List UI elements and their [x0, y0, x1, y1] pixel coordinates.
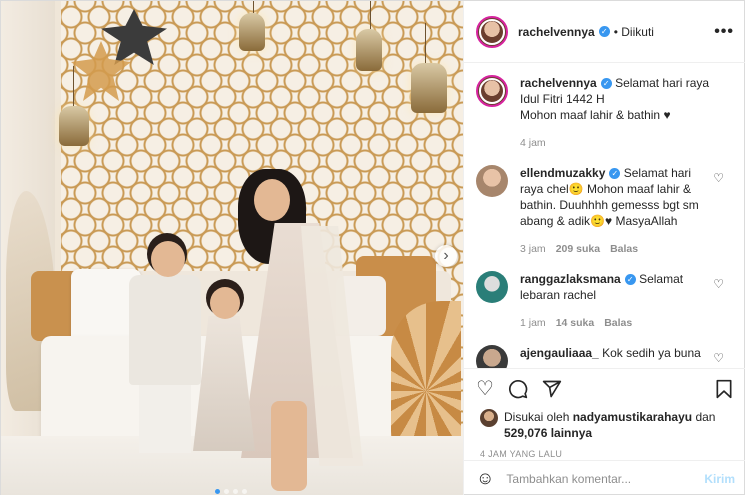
- boy-face: [151, 241, 185, 277]
- commenter-username[interactable]: ajengauliaaa_: [520, 346, 599, 360]
- bookmark-save-icon[interactable]: [714, 379, 734, 399]
- commenter-avatar[interactable]: [476, 165, 508, 197]
- carousel-dot: [233, 489, 238, 494]
- comment-item: ellendmuzakky ✓ Selamat hari raya chel🙂 M…: [476, 165, 734, 257]
- caption-body: rachelvennya ✓ Selamat hari raya Idul Fit…: [520, 75, 710, 151]
- post-sidebar: rachelvennya ✓ • Diikuti ••• rachelvenny…: [463, 1, 745, 495]
- comment-input[interactable]: Tambahkan komentar...: [506, 472, 631, 486]
- comment-text: Kok sedih ya buna: [602, 346, 701, 360]
- comment-time[interactable]: 1 jam: [520, 315, 546, 331]
- mother-face: [254, 179, 290, 221]
- comments-list: rachelvennya ✓ Selamat hari raya Idul Fit…: [464, 63, 745, 369]
- comment-body: ajengauliaaa_ Kok sedih ya buna: [520, 345, 710, 368]
- chevron-right-icon: ›: [443, 247, 449, 264]
- like-comment-heart-icon[interactable]: ♡: [713, 277, 724, 291]
- caption-username[interactable]: rachelvennya: [520, 76, 597, 90]
- carousel-dot: [242, 489, 247, 494]
- action-bar: ♡: [464, 369, 745, 409]
- liker-username[interactable]: nadyamustikarahayu: [573, 410, 692, 424]
- hanging-lantern: [356, 1, 382, 71]
- share-send-icon[interactable]: [542, 379, 562, 399]
- boy-shirt: [129, 275, 201, 385]
- comment-body: ellendmuzakky ✓ Selamat hari raya chel🙂 M…: [520, 165, 710, 257]
- commenter-username[interactable]: ellendmuzakky: [520, 166, 605, 180]
- follow-status[interactable]: • Diikuti: [614, 25, 654, 39]
- mother-legs: [271, 401, 307, 491]
- verified-badge-icon: ✓: [609, 168, 621, 179]
- commenter-avatar[interactable]: [476, 345, 508, 368]
- caption: rachelvennya ✓ Selamat hari raya Idul Fit…: [476, 75, 734, 151]
- caption-time[interactable]: 4 jam: [520, 135, 546, 151]
- verified-badge-icon: ✓: [624, 274, 636, 285]
- like-comment-heart-icon[interactable]: ♡: [713, 171, 724, 185]
- send-comment-button[interactable]: Kirim: [704, 472, 735, 486]
- more-options-icon[interactable]: •••: [714, 23, 734, 41]
- emoji-icon[interactable]: ☺: [476, 468, 494, 489]
- girl-face: [210, 287, 240, 319]
- carousel-next-button[interactable]: ›: [435, 245, 457, 267]
- likes-count[interactable]: 529,076 lainnya: [504, 426, 592, 440]
- comment-meta: 3 jam 209 suka Balas: [520, 241, 710, 257]
- comment-time[interactable]: 3 jam: [520, 241, 546, 257]
- reply-button[interactable]: Balas: [604, 315, 632, 331]
- like-heart-icon[interactable]: ♡: [476, 379, 494, 399]
- post-timestamp[interactable]: 4 JAM YANG LALU: [464, 441, 745, 459]
- author-avatar[interactable]: [476, 15, 508, 48]
- post-modal: › rachelvennya ✓ • Diikuti ••• rachelven…: [0, 0, 745, 495]
- likes-summary: Disukai oleh nadyamustikarahayu dan 529,…: [464, 409, 745, 441]
- likes-mid: dan: [695, 410, 716, 424]
- hanging-lantern: [239, 1, 265, 51]
- comment-likes[interactable]: 14 suka: [556, 315, 595, 331]
- hanging-lantern: [411, 23, 447, 113]
- verified-badge-icon: ✓: [598, 26, 610, 37]
- caption-meta: 4 jam: [520, 135, 710, 151]
- author-username[interactable]: rachelvennya: [518, 25, 595, 39]
- heart-emoji-icon: ♥: [663, 108, 671, 122]
- comment-item: ajengauliaaa_ Kok sedih ya buna ♡: [476, 345, 734, 368]
- commenter-username[interactable]: ranggazlaksmana: [520, 272, 621, 286]
- comment-body: ranggazlaksmana ✓ Selamat lebaran rachel …: [520, 271, 710, 331]
- hanging-lantern: [59, 66, 89, 146]
- likes-text: Disukai oleh nadyamustikarahayu dan 529,…: [504, 409, 730, 441]
- post-header: rachelvennya ✓ • Diikuti •••: [464, 1, 745, 63]
- caption-text-line2: Mohon maaf lahir & bathin: [520, 108, 661, 122]
- comment-composer: ☺ Tambahkan komentar... Kirim: [464, 460, 745, 495]
- verified-badge-icon: ✓: [600, 78, 612, 89]
- comment-likes[interactable]: 209 suka: [556, 241, 600, 257]
- comment-item: ranggazlaksmana ✓ Selamat lebaran rachel …: [476, 271, 734, 331]
- carousel-dot: [224, 489, 229, 494]
- comment-meta: 1 jam 14 suka Balas: [520, 315, 710, 331]
- commenter-avatar[interactable]: [476, 271, 508, 303]
- follow-status-label: Diikuti: [621, 24, 654, 39]
- liker-avatar[interactable]: [480, 409, 498, 427]
- post-photo[interactable]: ›: [1, 1, 463, 495]
- author-avatar[interactable]: [476, 75, 508, 107]
- carousel-dot: [215, 489, 220, 494]
- likes-prefix: Disukai oleh: [504, 410, 570, 424]
- boy-legs: [139, 373, 191, 453]
- like-comment-heart-icon[interactable]: ♡: [713, 351, 724, 365]
- carousel-dots: [215, 489, 247, 494]
- reply-button[interactable]: Balas: [610, 241, 638, 257]
- comment-bubble-icon[interactable]: [508, 379, 528, 399]
